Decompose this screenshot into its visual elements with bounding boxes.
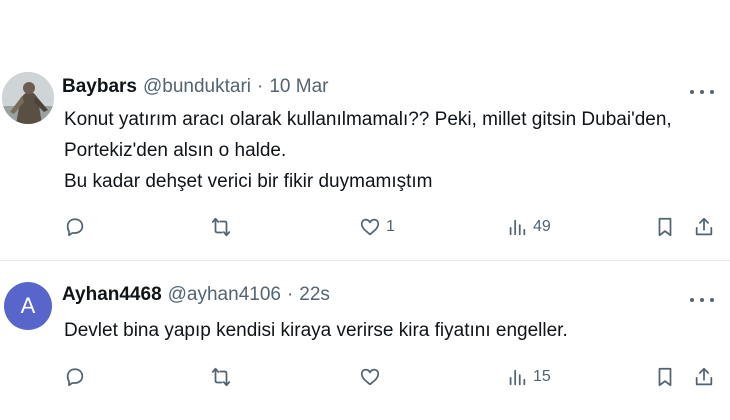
reply-button[interactable] (64, 213, 86, 241)
tweet-text-line: Bu kadar dehşet verici bir fikir duymamı… (64, 171, 433, 192)
tweet-divider (0, 260, 730, 261)
author-handle[interactable]: @ayhan4106 (168, 284, 281, 306)
heart-icon (360, 368, 380, 386)
tweet-text-line: Devlet bina yapıp kendisi kiraya verirse… (64, 320, 568, 341)
bookmark-button[interactable] (654, 363, 676, 391)
share-icon (695, 367, 713, 386)
bookmark-icon (658, 217, 672, 237)
action-bar: 15 (0, 363, 730, 391)
views-button[interactable]: 15 (506, 363, 551, 391)
timestamp[interactable]: 22s (299, 284, 330, 306)
like-count: 1 (386, 218, 395, 235)
share-button[interactable] (693, 213, 715, 241)
share-button[interactable] (693, 363, 715, 391)
author-handle[interactable]: @bunduktari (143, 76, 251, 98)
like-button[interactable] (359, 363, 386, 391)
reply-button[interactable] (64, 363, 86, 391)
bookmark-icon (658, 367, 672, 387)
reply-icon (66, 368, 84, 387)
retweet-button[interactable] (210, 363, 232, 391)
avatar[interactable]: A (4, 282, 52, 330)
heart-icon (360, 218, 380, 236)
bookmark-button[interactable] (654, 213, 676, 241)
action-bar: 1 49 (0, 213, 730, 241)
share-icon (695, 217, 713, 236)
separator-dot: · (286, 284, 294, 305)
avatar[interactable] (2, 72, 54, 124)
retweet-icon (211, 367, 231, 387)
views-count: 49 (533, 218, 551, 235)
views-icon (509, 369, 526, 386)
views-count: 15 (533, 368, 551, 385)
retweet-button[interactable] (210, 213, 232, 241)
tweet-text: Devlet bina yapıp kendisi kiraya verirse… (64, 315, 710, 346)
more-options-icon[interactable] (690, 290, 714, 310)
avatar-letter: A (20, 293, 36, 318)
author-name[interactable]: Ayhan4468 (62, 284, 162, 306)
views-icon (509, 219, 526, 236)
tweet-text-line: Portekiz'den alsın o halde. (64, 140, 287, 161)
tweet-text: Konut yatırım aracı olarak kullanılmamal… (64, 104, 710, 197)
separator-dot: · (257, 76, 264, 97)
retweet-icon (211, 217, 231, 237)
timestamp[interactable]: 10 Mar (269, 76, 328, 98)
tweet-text-line: Konut yatırım aracı olarak kullanılmamal… (64, 109, 672, 130)
tweet[interactable]: A Ayhan4468 @ayhan4106 · 22s Devlet bina… (0, 262, 730, 420)
avatar-photo (2, 72, 54, 124)
views-button[interactable]: 49 (506, 213, 551, 241)
author-name[interactable]: Baybars (62, 76, 137, 98)
like-button[interactable]: 1 (359, 213, 395, 241)
reply-icon (66, 218, 84, 237)
tweet[interactable]: Baybars @bunduktari · 10 Mar Konut yatır… (0, 58, 730, 258)
more-options-icon[interactable] (690, 82, 714, 102)
